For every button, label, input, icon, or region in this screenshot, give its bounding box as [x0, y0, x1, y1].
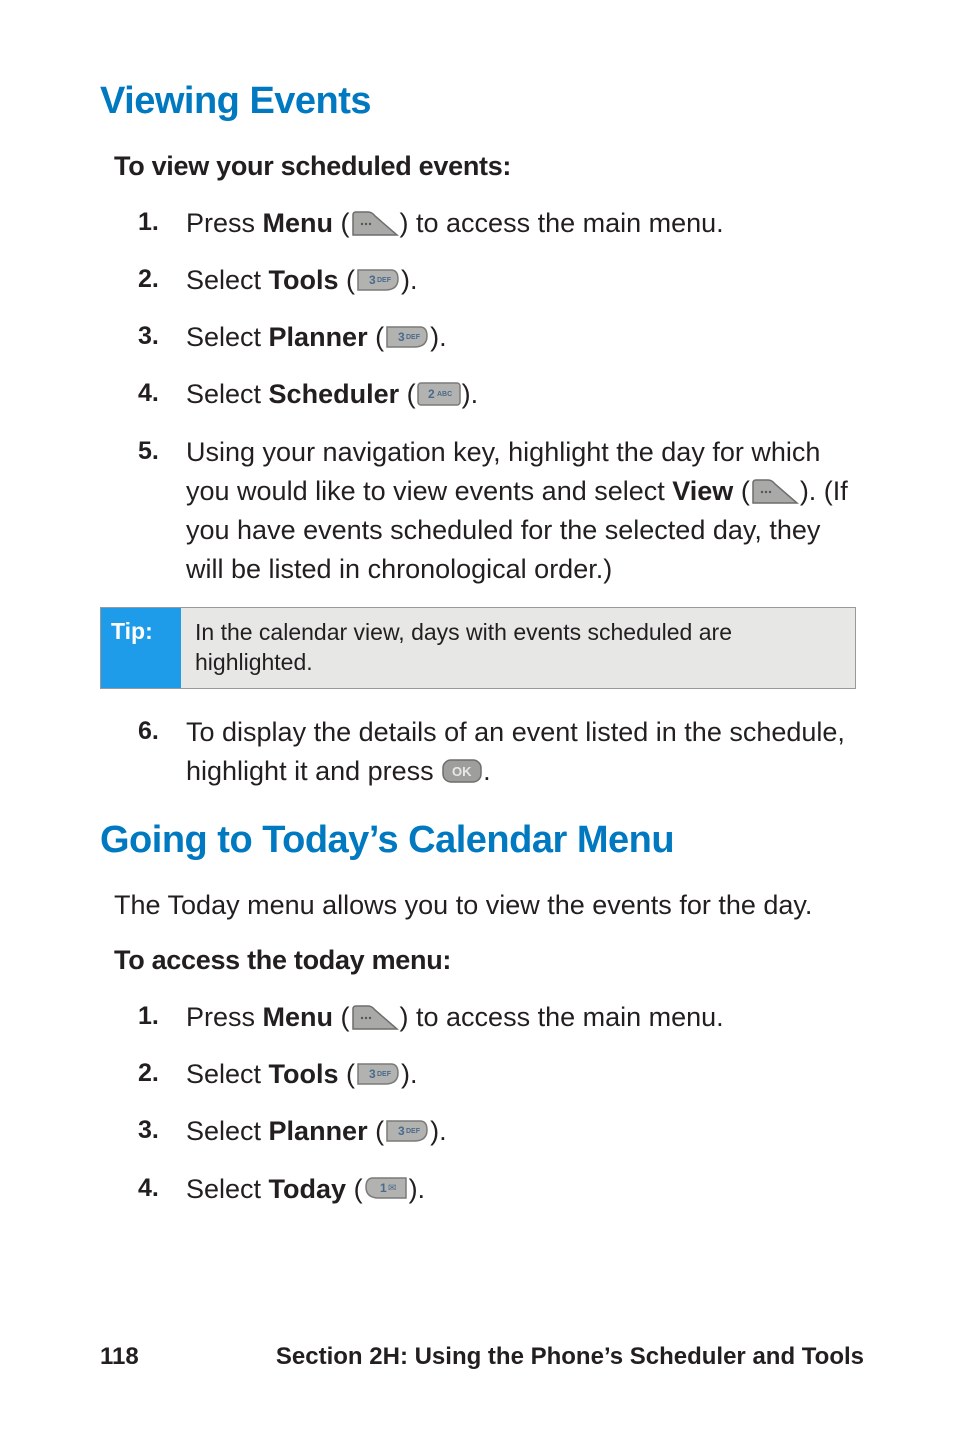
- menu-softkey-icon: [350, 209, 400, 237]
- svg-text:ABC: ABC: [437, 391, 452, 398]
- step-text: Select: [186, 265, 269, 295]
- step-bold: Menu: [263, 208, 334, 238]
- step-text: (: [333, 1002, 350, 1032]
- step-text: ).: [409, 1174, 426, 1204]
- svg-text:DEF: DEF: [377, 1071, 392, 1078]
- step-number: 1.: [138, 204, 159, 240]
- step-2-3: 3. Select Planner (3DEF).: [138, 1112, 864, 1151]
- key-3-icon: 3DEF: [384, 1118, 430, 1144]
- page-footer: 118 Section 2H: Using the Phone’s Schedu…: [100, 1343, 864, 1371]
- step-bold: Planner: [269, 1116, 368, 1146]
- step-1-1: 1. Press Menu ( ) to access the main menu…: [138, 204, 864, 243]
- svg-text:OK: OK: [452, 764, 472, 779]
- section-title: Section 2H: Using the Phone’s Scheduler …: [276, 1343, 864, 1371]
- menu-softkey-icon: [350, 1003, 400, 1031]
- step-text: (: [346, 1174, 363, 1204]
- tip-box: Tip: In the calendar view, days with eve…: [100, 607, 856, 689]
- step-bold: Today: [269, 1174, 347, 1204]
- svg-text:3: 3: [369, 1067, 376, 1081]
- svg-text:DEF: DEF: [406, 334, 421, 341]
- step-text: Press: [186, 1002, 263, 1032]
- step-text: ).: [401, 265, 418, 295]
- svg-text:✉: ✉: [388, 1183, 396, 1194]
- ok-key-icon: OK: [441, 758, 483, 784]
- step-text: ).: [401, 1059, 418, 1089]
- step-text: (: [733, 476, 750, 506]
- step-bold: Planner: [269, 322, 368, 352]
- step-text: (: [399, 379, 416, 409]
- svg-text:3: 3: [398, 330, 405, 344]
- step-text: ).: [430, 1116, 447, 1146]
- step-text: Select: [186, 1174, 269, 1204]
- step-text: Select: [186, 1059, 269, 1089]
- key-2-icon: 2ABC: [416, 381, 462, 407]
- step-text: (: [368, 1116, 385, 1146]
- step-text: (: [339, 1059, 356, 1089]
- tip-text: In the calendar view, days with events s…: [181, 608, 855, 688]
- key-3-icon: 3DEF: [384, 324, 430, 350]
- step-number: 1.: [138, 998, 159, 1034]
- heading-today-menu: Going to Today’s Calendar Menu: [100, 819, 864, 862]
- step-2-1: 1. Press Menu ( ) to access the main menu…: [138, 998, 864, 1037]
- step-1-4: 4. Select Scheduler (2ABC).: [138, 375, 864, 414]
- step-bold: Menu: [263, 1002, 334, 1032]
- svg-text:3: 3: [398, 1124, 405, 1138]
- step-number: 2.: [138, 261, 159, 297]
- step-number: 2.: [138, 1055, 159, 1091]
- svg-text:1: 1: [380, 1181, 387, 1195]
- step-2-4: 4. Select Today (1✉).: [138, 1170, 864, 1209]
- step-number: 3.: [138, 318, 159, 354]
- step-bold: Tools: [269, 265, 339, 295]
- step-number: 5.: [138, 433, 159, 469]
- key-1-icon: 1✉: [363, 1175, 409, 1201]
- step-text: ) to access the main menu.: [400, 208, 724, 238]
- steps-list-1b: 6. To display the details of an event li…: [100, 713, 864, 791]
- heading-viewing-events: Viewing Events: [100, 80, 864, 123]
- step-1-5: 5. Using your navigation key, highlight …: [138, 433, 864, 590]
- key-3-icon: 3DEF: [355, 267, 401, 293]
- step-text: (: [368, 322, 385, 352]
- step-text: ).: [430, 322, 447, 352]
- step-text: (: [339, 265, 356, 295]
- step-text: (: [333, 208, 350, 238]
- steps-list-2: 1. Press Menu ( ) to access the main menu…: [100, 998, 864, 1209]
- step-text: .: [483, 756, 491, 786]
- steps-list-1: 1. Press Menu ( ) to access the main menu…: [100, 204, 864, 589]
- subhead-view-events: To view your scheduled events:: [114, 151, 864, 182]
- step-1-6: 6. To display the details of an event li…: [138, 713, 864, 791]
- menu-softkey-icon: [750, 477, 800, 505]
- intro-text: The Today menu allows you to view the ev…: [114, 890, 864, 921]
- page-number: 118: [100, 1343, 139, 1371]
- svg-text:3: 3: [369, 273, 376, 287]
- tip-label: Tip:: [101, 608, 181, 688]
- svg-text:DEF: DEF: [377, 277, 392, 284]
- step-text: Select: [186, 379, 269, 409]
- step-1-3: 3. Select Planner (3DEF).: [138, 318, 864, 357]
- key-3-icon: 3DEF: [355, 1061, 401, 1087]
- step-text: Select: [186, 1116, 269, 1146]
- svg-text:2: 2: [428, 387, 435, 401]
- step-text: Press: [186, 208, 263, 238]
- step-text: To display the details of an event liste…: [186, 717, 845, 786]
- step-number: 3.: [138, 1112, 159, 1148]
- step-number: 6.: [138, 713, 159, 749]
- step-bold: View: [672, 476, 733, 506]
- step-number: 4.: [138, 1170, 159, 1206]
- subhead-today-menu: To access the today menu:: [114, 945, 864, 976]
- step-2-2: 2. Select Tools (3DEF).: [138, 1055, 864, 1094]
- step-bold: Scheduler: [269, 379, 400, 409]
- step-1-2: 2. Select Tools (3DEF).: [138, 261, 864, 300]
- step-bold: Tools: [269, 1059, 339, 1089]
- step-text: ) to access the main menu.: [400, 1002, 724, 1032]
- step-text: Select: [186, 322, 269, 352]
- step-text: ).: [462, 379, 479, 409]
- step-number: 4.: [138, 375, 159, 411]
- svg-text:DEF: DEF: [406, 1128, 421, 1135]
